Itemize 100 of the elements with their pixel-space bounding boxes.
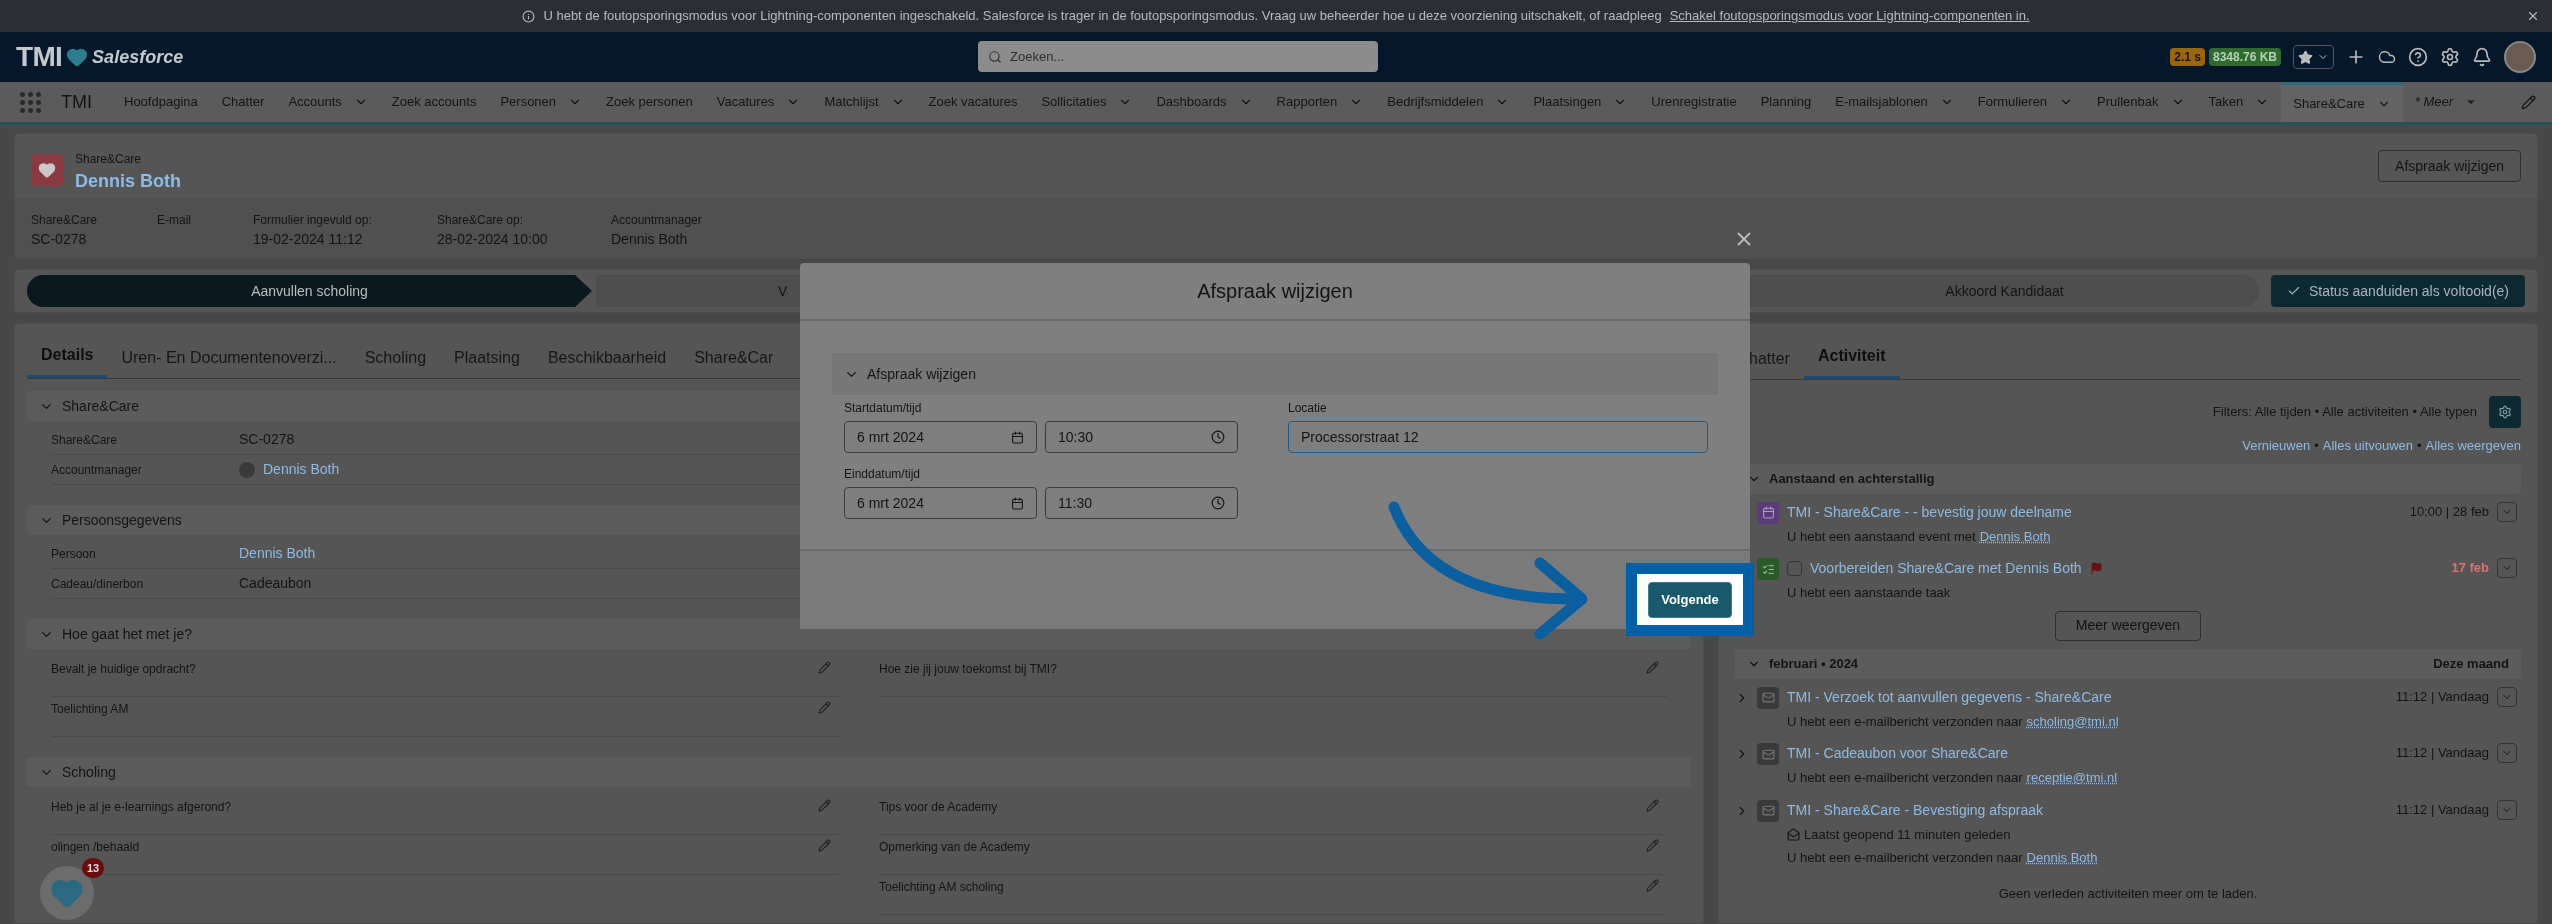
- nav-tab[interactable]: Planning: [1748, 82, 1824, 122]
- question-label: Opmerking van de Academy: [879, 839, 1031, 856]
- settings-icon[interactable]: [2440, 47, 2460, 67]
- nav-tab[interactable]: Prullenbak: [2085, 82, 2197, 122]
- next-button[interactable]: Volgende: [1648, 581, 1732, 618]
- avatar[interactable]: [2504, 41, 2536, 73]
- edit-icon[interactable]: [1646, 661, 1659, 674]
- field-label: Cadeau/dinerbon: [51, 575, 145, 593]
- tab[interactable]: Details: [27, 343, 108, 378]
- nav-tab[interactable]: Dashboards: [1144, 82, 1265, 122]
- edit-icon[interactable]: [2521, 94, 2536, 110]
- nav-tab[interactable]: Taken: [2196, 82, 2282, 122]
- edit-icon[interactable]: [818, 661, 831, 674]
- menu-button[interactable]: [2497, 558, 2517, 578]
- tab[interactable]: Plaatsing: [440, 346, 534, 378]
- calendar-icon: [1011, 496, 1024, 510]
- more-tab[interactable]: * Meer: [2402, 92, 2490, 112]
- group-header[interactable]: februari • 2024 Deze maand: [1735, 648, 2521, 679]
- close-icon[interactable]: [2526, 9, 2540, 23]
- nav-tab[interactable]: E-mailsjablonen: [1823, 82, 1966, 122]
- time-field[interactable]: 11:30: [1045, 487, 1238, 519]
- nav-tab[interactable]: Personen: [488, 82, 595, 122]
- nav-tab[interactable]: Zoek vacatures: [916, 82, 1030, 122]
- brand-text: Salesforce: [92, 45, 184, 69]
- path-stage[interactable]: Aanvullen scholing: [27, 275, 592, 307]
- activity-title[interactable]: TMI - Share&Care - - bevestig jouw deelname: [1787, 501, 2072, 523]
- path-stage[interactable]: Akkoord Kandidaat: [1750, 275, 2259, 307]
- activity-title[interactable]: TMI - Cadeaubon voor Share&Care: [1787, 743, 2008, 764]
- calendar-icon: [1011, 430, 1024, 444]
- activity-title[interactable]: TMI - Verzoek tot aanvullen gegevens - Share&Care: [1787, 686, 2112, 708]
- tab[interactable]: Beschikbaarheid: [533, 346, 681, 378]
- settings-button[interactable]: [2489, 396, 2521, 428]
- nav-tab[interactable]: Zoek accounts: [379, 82, 489, 122]
- menu-button[interactable]: [2497, 686, 2517, 707]
- edit-icon[interactable]: [1646, 839, 1659, 852]
- cloud-icon[interactable]: [2378, 48, 2396, 66]
- check-icon: [2286, 284, 2301, 298]
- checkbox[interactable]: [1787, 561, 1802, 576]
- notifications-icon[interactable]: [2472, 47, 2492, 67]
- activity-title[interactable]: Voorbereiden Share&Care met Dennis Both: [1810, 558, 2082, 579]
- action-link[interactable]: Alles uitvouwen: [2322, 436, 2414, 456]
- help-icon[interactable]: [2408, 47, 2428, 67]
- nav-tab[interactable]: Urenregistratie: [1639, 82, 1749, 122]
- edit-icon[interactable]: [818, 701, 831, 714]
- nav-tab[interactable]: Vacatures: [704, 82, 813, 122]
- edit-icon[interactable]: [1646, 799, 1659, 812]
- activity-link[interactable]: Dennis Both: [1979, 526, 2051, 546]
- activity-date: 10:00 | 28 feb: [2409, 502, 2489, 521]
- favorites-button[interactable]: [2293, 45, 2334, 69]
- activity-title[interactable]: TMI - Share&Care - Bevestiging afspraak: [1787, 799, 2043, 821]
- date-field[interactable]: 6 mrt 2024: [844, 487, 1037, 519]
- field-label: Startdatum/tijd: [844, 400, 923, 417]
- section-header[interactable]: Scholing: [27, 757, 1691, 787]
- field-value: Cadeaubon: [239, 574, 312, 593]
- group-note: Deze maand: [2433, 654, 2509, 673]
- nav-tab[interactable]: Share&Care: [2281, 82, 2403, 122]
- section-header[interactable]: Afspraak wijzigen: [832, 353, 1718, 395]
- tab[interactable]: Share&Car: [680, 346, 788, 378]
- tab[interactable]: Activiteit: [1803, 344, 1900, 379]
- date-field[interactable]: 6 mrt 2024: [844, 421, 1037, 453]
- record-link[interactable]: Dennis Both: [239, 543, 316, 564]
- activity-link[interactable]: receptie@tmi.nl: [2026, 768, 2118, 788]
- record-title: Dennis Both: [75, 170, 181, 193]
- action-link[interactable]: Alles weergeven: [2425, 436, 2521, 456]
- nav-tab[interactable]: Sollicitaties: [1029, 82, 1145, 122]
- nav-tab[interactable]: Rapporten: [1264, 82, 1376, 122]
- tab[interactable]: Scholing: [350, 346, 441, 378]
- nav-tab[interactable]: Matchlijst: [812, 82, 917, 122]
- search-icon: [988, 50, 1002, 64]
- field-value: SC-0278: [31, 230, 88, 249]
- show-more-button[interactable]: Meer weergeven: [2054, 610, 2202, 641]
- menu-button[interactable]: [2497, 743, 2517, 763]
- search-field[interactable]: Zoeken...: [978, 41, 1378, 72]
- edit-icon[interactable]: [818, 839, 831, 852]
- nav-tab[interactable]: Bedrijfsmiddelen: [1375, 82, 1522, 122]
- app-launcher-icon[interactable]: [20, 91, 41, 113]
- menu-button[interactable]: [2497, 501, 2517, 522]
- opened-mail-icon: [1787, 827, 1800, 841]
- tab[interactable]: Uren- En Documentenoverzi...: [107, 346, 351, 378]
- location-field[interactable]: Processorstraat 12: [1288, 421, 1708, 453]
- menu-button[interactable]: [2497, 799, 2517, 820]
- nav-tab[interactable]: Zoek personen: [594, 82, 705, 122]
- action-link[interactable]: Vernieuwen: [2242, 436, 2311, 456]
- nav-tab[interactable]: Formulieren: [1965, 82, 2086, 122]
- edit-icon[interactable]: [818, 799, 831, 812]
- mark-complete-button[interactable]: Status aanduiden als voltooid(e): [2270, 275, 2525, 307]
- field-label: Locatie: [1288, 400, 1328, 417]
- app-name: TMI: [61, 90, 92, 114]
- record-link[interactable]: Dennis Both: [263, 459, 340, 480]
- nav-tab[interactable]: Hoofdpagina: [112, 82, 210, 122]
- edit-appointment-button[interactable]: Afspraak wijzigen: [2378, 150, 2521, 182]
- banner-link[interactable]: Schakel foutopsporingsmodus voor Lightning-componenten in.: [1669, 6, 2030, 26]
- nav-tab[interactable]: Plaatsingen: [1521, 82, 1640, 122]
- nav-tab[interactable]: Chatter: [209, 82, 277, 122]
- activity-link[interactable]: scholing@tmi.nl: [2026, 711, 2119, 731]
- edit-icon[interactable]: [1646, 879, 1659, 892]
- activity-link[interactable]: Dennis Both: [2026, 848, 2098, 868]
- nav-tab[interactable]: Accounts: [276, 82, 380, 122]
- field-value: 19-02-2024 11:12: [253, 230, 364, 249]
- time-field[interactable]: 10:30: [1045, 421, 1238, 453]
